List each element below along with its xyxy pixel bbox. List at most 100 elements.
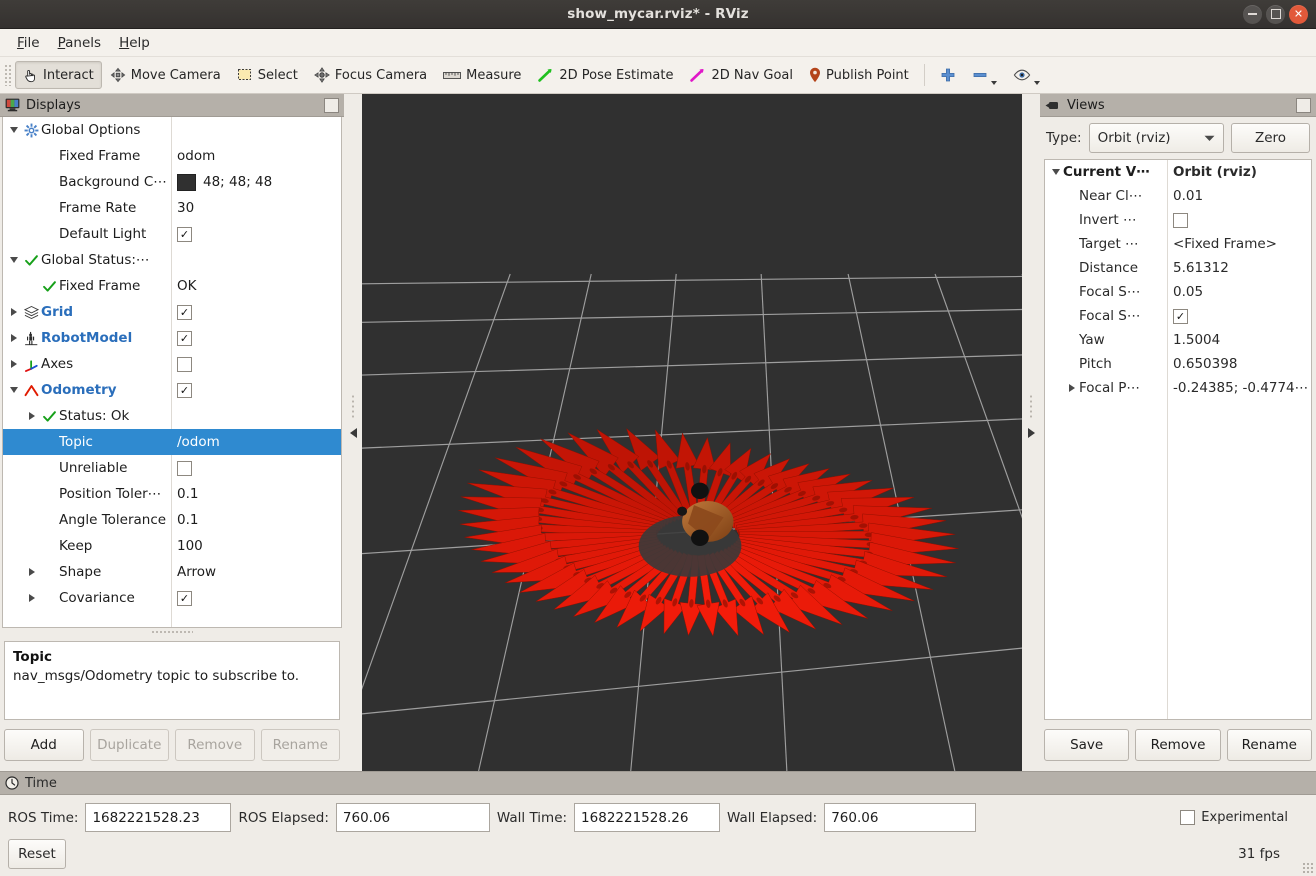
maximize-button[interactable]	[1266, 4, 1285, 24]
view-row-value[interactable]: 0.650398	[1173, 356, 1237, 372]
tool-remove-view[interactable]	[964, 61, 1005, 89]
right-splitter[interactable]	[1022, 94, 1040, 771]
menu-file[interactable]: File	[9, 32, 48, 54]
toolbar-grip[interactable]	[4, 64, 12, 86]
expander-down-icon[interactable]	[7, 127, 21, 133]
view-row-pitch[interactable]: Pitch 0.650398	[1045, 352, 1311, 376]
view-row-yaw[interactable]: Yaw 1.5004	[1045, 328, 1311, 352]
view-row-value[interactable]	[1173, 308, 1188, 324]
display-row-value[interactable]: 0.1	[177, 486, 198, 502]
view-row-focal-p[interactable]: Focal P⋯ -0.24385; -0.4774⋯	[1045, 376, 1311, 400]
display-row-fixed-frame[interactable]: Fixed Frame OK	[3, 273, 341, 299]
display-row-fixed-frame[interactable]: Fixed Frame odom	[3, 143, 341, 169]
collapse-left-icon[interactable]	[349, 427, 357, 438]
left-splitter-grip[interactable]	[351, 393, 355, 420]
display-row-value[interactable]: OK	[177, 278, 196, 294]
display-row-value[interactable]	[177, 304, 192, 320]
rename-display-button[interactable]: Rename	[260, 729, 340, 761]
tool-interact[interactable]: Interact	[15, 61, 102, 89]
checkbox[interactable]	[177, 460, 192, 476]
tool-2d-nav-goal[interactable]: 2D Nav Goal	[681, 61, 801, 89]
tool-focus-camera[interactable]: Focus Camera	[306, 61, 435, 89]
display-row-global-status[interactable]: Global Status:⋯	[3, 247, 341, 273]
display-row-value[interactable]	[177, 226, 192, 242]
display-row-odometry[interactable]: Odometry	[3, 377, 341, 403]
expander-right-icon[interactable]	[7, 308, 21, 316]
chevron-down-icon-2[interactable]	[1033, 81, 1040, 85]
expander-right-icon[interactable]	[25, 412, 39, 420]
display-row-robotmodel[interactable]: RobotModel	[3, 325, 341, 351]
display-row-background-c[interactable]: Background C⋯ 48; 48; 48	[3, 169, 341, 195]
display-row-status-ok[interactable]: Status: Ok	[3, 403, 341, 429]
view-row-distance[interactable]: Distance 5.61312	[1045, 256, 1311, 280]
checkbox[interactable]	[177, 304, 192, 320]
views-float-button[interactable]	[1296, 97, 1311, 113]
add-display-button[interactable]: Add	[4, 729, 84, 761]
color-swatch[interactable]	[177, 173, 196, 191]
displays-splitter[interactable]	[0, 628, 344, 635]
view-row-value[interactable]: 1.5004	[1173, 332, 1220, 348]
resize-grip[interactable]	[1302, 862, 1314, 874]
display-row-value[interactable]: Arrow	[177, 564, 216, 580]
checkbox[interactable]	[177, 356, 192, 372]
expander-down-icon[interactable]	[7, 257, 21, 263]
display-row-position-toler[interactable]: Position Toler⋯ 0.1	[3, 481, 341, 507]
view-row-value[interactable]: -0.24385; -0.4774⋯	[1173, 380, 1308, 396]
save-view-button[interactable]: Save	[1044, 729, 1130, 761]
display-row-shape[interactable]: Shape Arrow	[3, 559, 341, 585]
display-row-value[interactable]: 48; 48; 48	[177, 173, 272, 191]
expander-right-icon[interactable]	[25, 568, 39, 576]
display-row-angle-tolerance[interactable]: Angle Tolerance 0.1	[3, 507, 341, 533]
display-row-default-light[interactable]: Default Light	[3, 221, 341, 247]
display-row-value[interactable]: 100	[177, 538, 203, 554]
rename-view-button[interactable]: Rename	[1226, 729, 1312, 761]
reset-button[interactable]: Reset	[8, 839, 66, 869]
checkbox[interactable]	[1173, 308, 1188, 324]
display-row-value[interactable]	[177, 356, 192, 372]
experimental-checkbox[interactable]	[1180, 810, 1196, 825]
view-type-select[interactable]: Orbit (rviz)	[1088, 123, 1224, 153]
view-row-invert[interactable]: Invert ⋯	[1045, 208, 1311, 232]
minimize-button[interactable]	[1243, 4, 1262, 24]
remove-view-button[interactable]: Remove	[1135, 729, 1221, 761]
checkbox[interactable]	[177, 590, 192, 606]
tool-select[interactable]: Select	[229, 61, 306, 89]
close-button[interactable]: ✕	[1289, 4, 1308, 24]
display-row-value[interactable]: 30	[177, 200, 194, 216]
tool-measure[interactable]: Measure	[435, 61, 529, 89]
menu-panels[interactable]: Panels	[50, 32, 109, 54]
render-view-3d[interactable]	[362, 94, 1022, 771]
expander-right-icon[interactable]	[7, 360, 21, 368]
view-row-current-v[interactable]: Current V⋯ Orbit (rviz)	[1045, 160, 1311, 184]
display-row-keep[interactable]: Keep 100	[3, 533, 341, 559]
chevron-down-icon[interactable]	[990, 81, 997, 85]
display-row-value[interactable]	[177, 382, 192, 398]
display-row-topic[interactable]: Topic/odom	[3, 429, 341, 455]
expander-right-icon[interactable]	[7, 334, 21, 342]
view-row-value[interactable]: 5.61312	[1173, 260, 1229, 276]
ros-time-field[interactable]: 1682221528.23	[85, 803, 232, 832]
checkbox[interactable]	[1173, 212, 1188, 228]
displays-tree[interactable]: Global Options Fixed Frame odom Background …	[2, 117, 342, 628]
zero-view-button[interactable]: Zero	[1231, 123, 1310, 153]
view-row-value[interactable]	[1173, 212, 1188, 228]
left-splitter[interactable]	[344, 94, 362, 771]
checkbox[interactable]	[177, 330, 192, 346]
views-tree[interactable]: Current V⋯ Orbit (rviz) Near Cl⋯ 0.01 Invert…	[1044, 159, 1312, 720]
view-row-focal-s[interactable]: Focal S⋯ 0.05	[1045, 280, 1311, 304]
checkbox[interactable]	[177, 226, 192, 242]
display-row-value[interactable]	[177, 330, 192, 346]
collapse-right-icon[interactable]	[1027, 427, 1035, 438]
display-row-unreliable[interactable]: Unreliable	[3, 455, 341, 481]
right-splitter-grip[interactable]	[1029, 393, 1033, 420]
remove-display-button[interactable]: Remove	[175, 729, 255, 761]
tool-publish-point[interactable]: Publish Point	[801, 61, 917, 89]
menu-help[interactable]: Help	[111, 32, 158, 54]
display-row-value[interactable]: odom	[177, 148, 215, 164]
displays-float-button[interactable]	[324, 97, 339, 113]
expander-right-icon[interactable]	[25, 594, 39, 602]
display-row-axes[interactable]: Axes	[3, 351, 341, 377]
tool-visibility[interactable]	[1005, 61, 1048, 89]
display-row-grid[interactable]: Grid	[3, 299, 341, 325]
expander-down-icon[interactable]	[1049, 169, 1063, 175]
